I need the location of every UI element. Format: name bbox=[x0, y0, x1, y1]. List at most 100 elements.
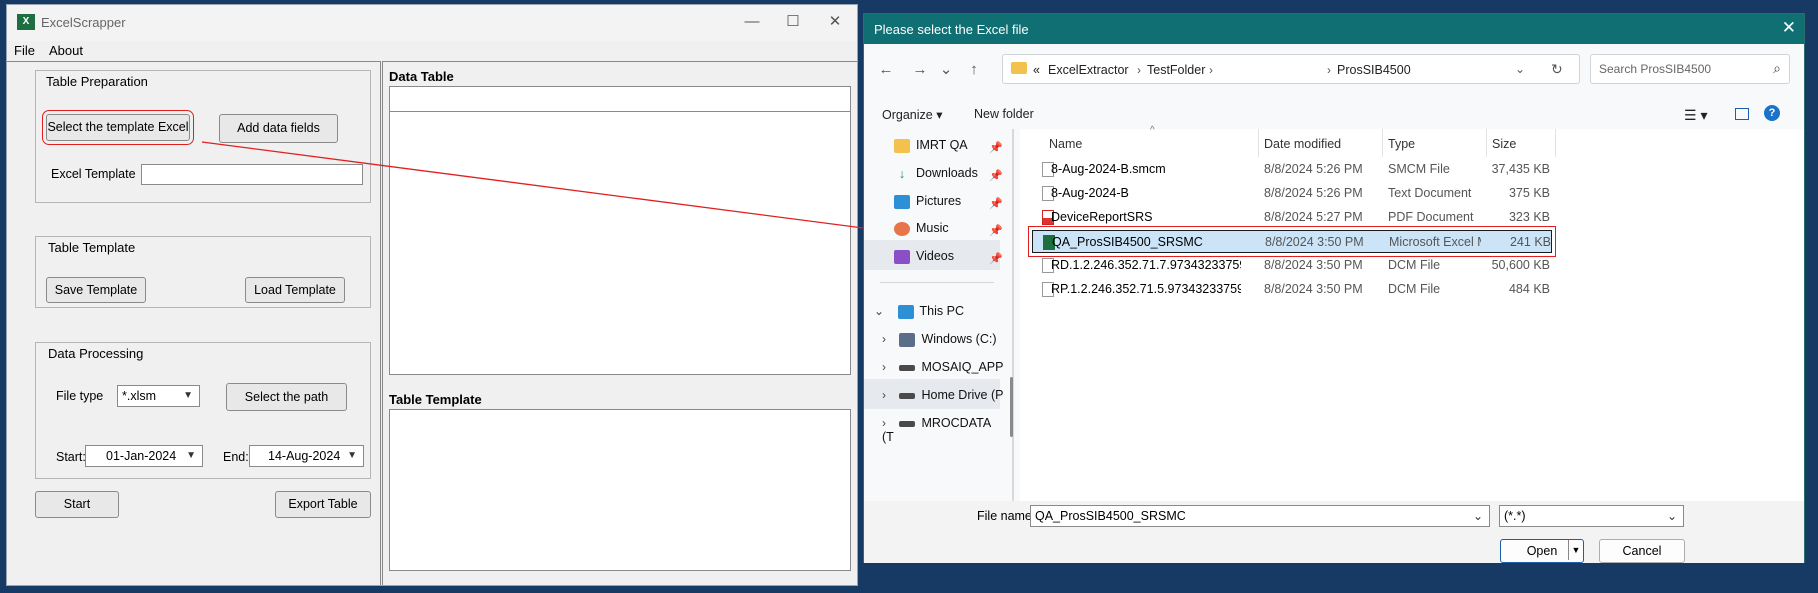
videos-icon bbox=[894, 249, 910, 264]
pin-icon: 📌 bbox=[989, 170, 1003, 182]
forward-arrow-icon[interactable]: → bbox=[908, 58, 932, 82]
nav-item-windows-c[interactable]: › Windows (C:) bbox=[882, 332, 997, 354]
chevron-right-icon: › bbox=[882, 332, 886, 346]
file-name: 8-Aug-2024-B bbox=[1051, 186, 1129, 200]
column-header-date[interactable]: Date modified bbox=[1264, 137, 1341, 151]
network-drive-icon bbox=[899, 392, 916, 399]
file-name: RD.1.2.246.352.71.7.973432337593.307875.… bbox=[1051, 258, 1241, 272]
help-icon[interactable]: ? bbox=[1764, 105, 1780, 121]
organize-menu[interactable]: Organize ▾ bbox=[882, 107, 942, 122]
nav-item-mrocdata[interactable]: › MROCDATA (T bbox=[882, 416, 1004, 444]
file-size: 323 KB bbox=[1508, 210, 1550, 224]
file-date: 8/8/2024 3:50 PM bbox=[1264, 258, 1363, 272]
search-icon: ⌕ bbox=[1773, 60, 1781, 76]
network-drive-icon bbox=[899, 364, 916, 371]
file-list-pane: Name ^ Date modified Type Size 8-Aug-202… bbox=[1020, 125, 1804, 501]
file-size: 50,600 KB bbox=[1491, 258, 1550, 272]
address-bar[interactable]: « ExcelExtractor › TestFolder › › ProsSI… bbox=[1002, 54, 1580, 84]
nav-item-this-pc[interactable]: ⌄ This PC bbox=[874, 304, 964, 326]
search-input[interactable]: Search ProsSIB4500 bbox=[1599, 62, 1711, 76]
download-icon: ↓ bbox=[898, 166, 906, 181]
chevron-right-icon: › bbox=[1327, 63, 1331, 77]
file-date: 8/8/2024 5:26 PM bbox=[1264, 162, 1363, 176]
sort-ascending-icon: ^ bbox=[1150, 125, 1155, 136]
chevron-right-icon: › bbox=[1137, 63, 1141, 77]
nav-item-pictures[interactable]: Pictures 📌 bbox=[894, 194, 1003, 216]
file-row[interactable]: 8-Aug-2024-B.smcm 8/8/2024 5:26 PM SMCM Fi… bbox=[1032, 158, 1552, 181]
chevron-down-icon: ⌄ bbox=[1666, 509, 1677, 523]
new-folder-button[interactable]: New folder bbox=[974, 107, 1034, 121]
chevron-right-icon: › bbox=[882, 360, 886, 374]
file-type: PDF Document bbox=[1388, 210, 1474, 224]
breadcrumb-prossib4500[interactable]: ProsSIB4500 bbox=[1337, 63, 1411, 77]
chevron-down-icon: ⌄ bbox=[874, 304, 885, 318]
file-name: RP.1.2.246.352.71.5.973432337593.104561.… bbox=[1051, 282, 1241, 296]
file-type-filter-value: (*.*) bbox=[1504, 509, 1526, 523]
folder-icon bbox=[1011, 62, 1027, 74]
nav-item-imrt-qa[interactable]: IMRT QA 📌 bbox=[894, 138, 1003, 160]
file-dialog: Please select the Excel file ✕ ← → ⌄ ↑ «… bbox=[863, 13, 1805, 563]
dialog-bottom-bar: File name: QA_ProsSIB4500_SRSMC ⌄ (*.*) … bbox=[864, 501, 1804, 563]
column-separator[interactable] bbox=[1555, 129, 1556, 157]
open-button[interactable]: Open ▼ bbox=[1500, 539, 1584, 563]
nav-item-home-drive[interactable]: › Home Drive (P bbox=[882, 388, 1003, 410]
file-size: 484 KB bbox=[1508, 282, 1550, 296]
breadcrumb-overflow[interactable]: « bbox=[1033, 63, 1040, 77]
column-separator[interactable] bbox=[1382, 129, 1383, 157]
cancel-button[interactable]: Cancel bbox=[1599, 539, 1685, 563]
column-separator[interactable] bbox=[1486, 129, 1487, 157]
breadcrumb-excelextractor[interactable]: ExcelExtractor bbox=[1048, 63, 1129, 77]
breadcrumb-testfolder[interactable]: TestFolder bbox=[1147, 63, 1205, 77]
pin-icon: 📌 bbox=[989, 142, 1003, 154]
column-header-type[interactable]: Type bbox=[1388, 137, 1415, 151]
file-type: SMCM File bbox=[1388, 162, 1450, 176]
nav-item-downloads[interactable]: ↓ Downloads 📌 bbox=[894, 166, 1003, 188]
drive-icon bbox=[899, 332, 916, 347]
filename-label: File name: bbox=[977, 509, 1036, 523]
column-header-size[interactable]: Size bbox=[1492, 137, 1516, 151]
dialog-title: Please select the Excel file bbox=[874, 22, 1029, 37]
chevron-right-icon: › bbox=[882, 388, 886, 402]
preview-pane-icon[interactable] bbox=[1735, 108, 1749, 120]
pictures-icon bbox=[894, 194, 910, 209]
file-type: DCM File bbox=[1388, 258, 1441, 272]
pin-icon: 📌 bbox=[989, 198, 1003, 210]
file-row[interactable]: RP.1.2.246.352.71.5.973432337593.104561.… bbox=[1032, 278, 1552, 301]
refresh-icon[interactable]: ↻ bbox=[1551, 61, 1563, 78]
column-header-name[interactable]: Name bbox=[1049, 137, 1082, 151]
dialog-close-button[interactable]: ✕ bbox=[1782, 18, 1796, 38]
nav-item-videos[interactable]: Videos 📌 bbox=[894, 249, 1003, 271]
selection-highlight-box bbox=[1028, 226, 1556, 257]
file-date: 8/8/2024 5:27 PM bbox=[1264, 210, 1363, 224]
folder-icon bbox=[894, 138, 910, 153]
file-name: 8-Aug-2024-B.smcm bbox=[1051, 162, 1166, 176]
nav-scrollbar[interactable] bbox=[1012, 129, 1014, 501]
up-arrow-icon[interactable]: ↑ bbox=[962, 58, 986, 82]
nav-scrollbar-thumb[interactable] bbox=[1010, 377, 1013, 437]
nav-divider bbox=[880, 282, 994, 283]
file-type-filter[interactable]: (*.*) ⌄ bbox=[1499, 505, 1684, 527]
pin-icon: 📌 bbox=[989, 253, 1003, 265]
file-type: DCM File bbox=[1388, 282, 1441, 296]
back-arrow-icon[interactable]: ← bbox=[874, 58, 898, 82]
pin-icon: 📌 bbox=[989, 225, 1003, 237]
recent-locations-icon[interactable]: ⌄ bbox=[934, 58, 958, 82]
filename-input[interactable]: QA_ProsSIB4500_SRSMC ⌄ bbox=[1030, 505, 1490, 527]
file-row[interactable]: RD.1.2.246.352.71.7.973432337593.307875.… bbox=[1032, 254, 1552, 277]
chevron-right-icon: › bbox=[882, 416, 886, 430]
filename-value: QA_ProsSIB4500_SRSMC bbox=[1035, 509, 1186, 523]
chevron-down-icon[interactable]: ⌄ bbox=[1473, 506, 1483, 526]
network-drive-icon bbox=[899, 420, 916, 427]
music-icon bbox=[894, 221, 910, 236]
column-separator[interactable] bbox=[1258, 129, 1259, 157]
file-date: 8/8/2024 3:50 PM bbox=[1264, 282, 1363, 296]
navigation-pane: IMRT QA 📌 ↓ Downloads 📌 Pictures 📌 Music … bbox=[864, 129, 1014, 501]
file-name: DeviceReportSRS bbox=[1051, 210, 1153, 224]
open-dropdown-icon[interactable]: ▼ bbox=[1568, 540, 1583, 560]
search-box[interactable]: Search ProsSIB4500 ⌕ bbox=[1590, 54, 1790, 84]
file-row[interactable]: 8-Aug-2024-B 8/8/2024 5:26 PM Text Documen… bbox=[1032, 182, 1552, 205]
dialog-title-bar: Please select the Excel file ✕ bbox=[864, 14, 1804, 44]
view-options-icon[interactable]: ☰ ▾ bbox=[1684, 107, 1707, 124]
chevron-down-icon[interactable]: ⌄ bbox=[1515, 62, 1525, 76]
file-size: 375 KB bbox=[1508, 186, 1550, 200]
